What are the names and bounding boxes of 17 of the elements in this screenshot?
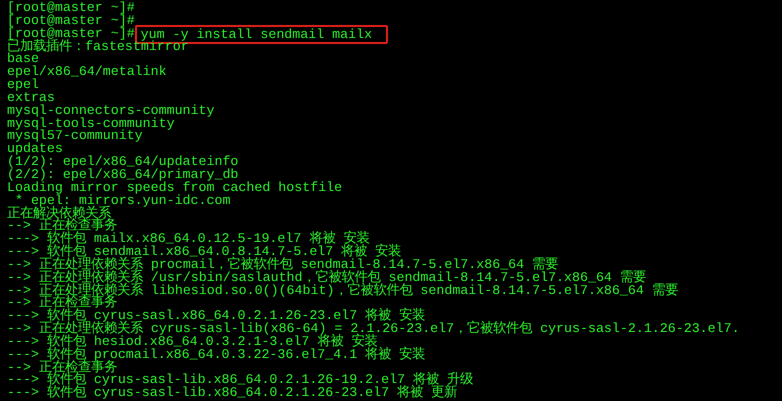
shell-prompt: [root@master ~]#	[7, 28, 135, 41]
output-line: (1/2): epel/x86_64/updateinfo	[7, 156, 238, 169]
output-line: epel/x86_64/metalink	[7, 66, 167, 80]
output-line: 正在解决依赖关系	[7, 208, 111, 220]
output-line: updates	[7, 143, 63, 156]
output-line: base	[7, 53, 39, 66]
output-line: mysql-tools-community	[7, 118, 175, 130]
output-line: mysql-connectors-community	[7, 104, 214, 118]
output-line: mysql57-community	[7, 130, 143, 144]
output-line: epel	[7, 79, 39, 92]
output-line: Loading mirror speeds from cached hostfile	[7, 182, 342, 195]
shell-prompt: [root@master ~]#	[7, 14, 135, 28]
output-line: extras	[7, 92, 55, 105]
output-line: ---> 软件包 cyrus-sasl-lib.x86_64.0.2.1.26-23.el7 将被 更新	[7, 387, 458, 400]
output-line: (2/2): epel/x86_64/primary_db	[7, 168, 238, 182]
output-line: * epel: mirrors.yun-idc.com	[14, 194, 230, 208]
shell-prompt: [root@master ~]#	[7, 2, 135, 15]
